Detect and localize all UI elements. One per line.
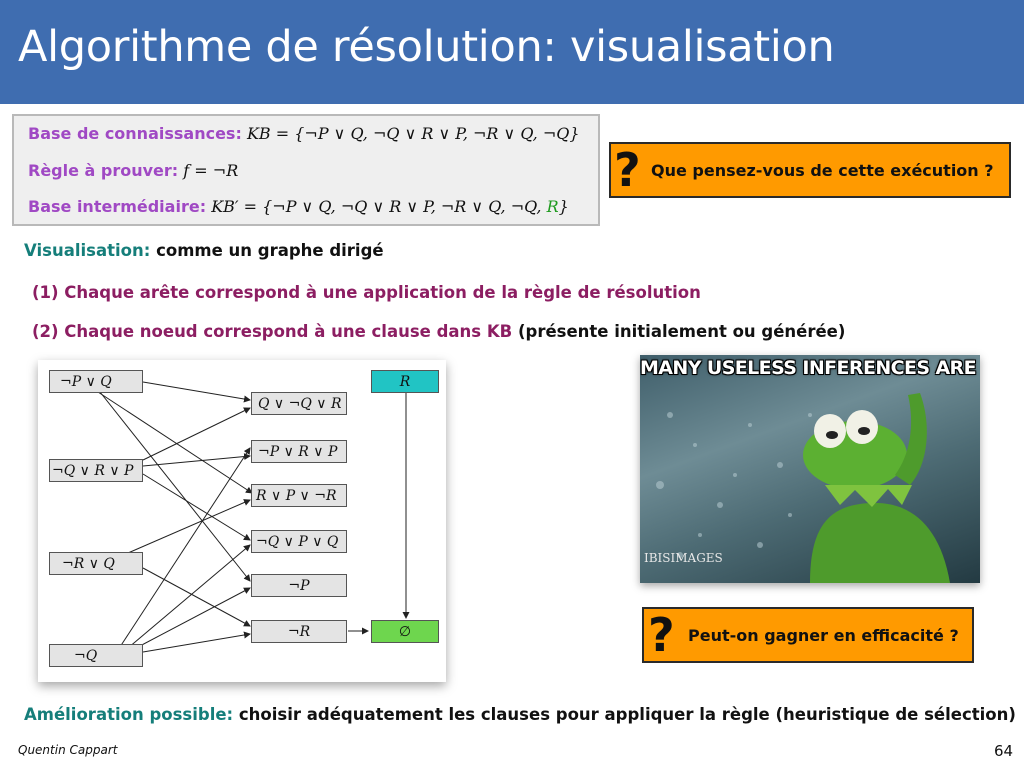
- meme-caption: MANY USELESS INFERENCES ARE DONE: [640, 357, 980, 379]
- graph-node-derived-2: ¬P ∨ R ∨ P: [251, 440, 347, 463]
- kb-intermediate-suffix: }: [558, 197, 569, 216]
- resolution-graph: ¬P ∨ Q ¬Q ∨ R ∨ P ¬R ∨ Q ¬Q R Q ∨ ¬Q ∨ R…: [38, 360, 446, 682]
- point-2-main: (2) Chaque noeud correspond à une clause…: [32, 322, 513, 341]
- kb-intermediate-label: Base intermédiaire:: [28, 197, 207, 216]
- point-2: (2) Chaque noeud correspond à une clause…: [32, 322, 845, 341]
- edge-n4-m6: [142, 631, 251, 653]
- improvement-text: choisir adéquatement les clauses pour ap…: [238, 705, 1016, 724]
- kb-rule-formula: f = ¬R: [183, 161, 239, 180]
- point-2-parenthetical: (présente initialement ou générée): [517, 322, 846, 341]
- graph-node-clause-3: ¬R ∨ Q: [49, 552, 143, 575]
- edge-n4-m5: [137, 587, 251, 648]
- footer-author: Quentin Cappart: [18, 743, 118, 757]
- kermit-meme-image: MANY USELESS INFERENCES ARE DONE IBISIMA…: [640, 355, 980, 583]
- graph-node-clause-1: ¬P ∨ Q: [49, 370, 143, 393]
- question-mark-icon: ?: [614, 143, 641, 197]
- graph-node-clause-4: ¬Q: [49, 644, 143, 667]
- question-callout-efficiency: ? Peut-on gagner en efficacité ?: [642, 607, 974, 663]
- knowledge-base-box: Base de connaissances: KB = {¬P ∨ Q, ¬Q …: [12, 114, 600, 226]
- visualisation-text: comme un graphe dirigé: [156, 241, 384, 260]
- kb-intermediate-row: Base intermédiaire: KB′ = {¬P ∨ Q, ¬Q ∨ …: [28, 197, 569, 216]
- visualisation-line: Visualisation: comme un graphe dirigé: [24, 241, 384, 260]
- title-bar: Algorithme de résolution: visualisation: [0, 0, 1024, 104]
- question-execution-text: Que pensez-vous de cette exécution ?: [651, 161, 994, 180]
- graph-node-derived-5: ¬P: [251, 574, 347, 597]
- kb-base-row: Base de connaissances: KB = {¬P ∨ Q, ¬Q …: [28, 124, 580, 143]
- kb-intermediate-prefix: KB′ = {¬P ∨ Q, ¬Q ∨ R ∨ P, ¬R ∨ Q, ¬Q,: [211, 197, 547, 216]
- edge-n1-m1: [142, 381, 251, 403]
- improvement-label: Amélioration possible:: [24, 705, 234, 724]
- graph-node-derived-6: ¬R: [251, 620, 347, 643]
- edge-n2-m2: [142, 453, 251, 467]
- kb-rule-row: Règle à prouver: f = ¬R: [28, 161, 238, 180]
- question-efficiency-text: Peut-on gagner en efficacité ?: [688, 626, 959, 645]
- improvement-line: Amélioration possible: choisir adéquatem…: [24, 705, 1016, 724]
- graph-node-derived-3: R ∨ P ∨ ¬R: [251, 484, 347, 507]
- kb-base-label: Base de connaissances:: [28, 124, 242, 143]
- graph-node-empty-clause: ∅: [371, 620, 439, 643]
- graph-node-clause-2: ¬Q ∨ R ∨ P: [49, 459, 143, 482]
- visualisation-label: Visualisation:: [24, 241, 151, 260]
- question-mark-icon-2: ?: [648, 608, 675, 662]
- graph-node-derived-1: Q ∨ ¬Q ∨ R: [251, 392, 347, 415]
- kb-intermediate-formula: KB′ = {¬P ∨ Q, ¬Q ∨ R ∨ P, ¬R ∨ Q, ¬Q, R…: [211, 197, 569, 216]
- graph-node-goal: R: [371, 370, 439, 393]
- page-number: 64: [994, 742, 1014, 760]
- kb-base-formula: KB = {¬P ∨ Q, ¬Q ∨ R ∨ P, ¬R ∨ Q, ¬Q}: [246, 124, 580, 143]
- point-1: (1) Chaque arête correspond à une applic…: [32, 283, 701, 302]
- question-callout-execution: ? Que pensez-vous de cette exécution ?: [609, 142, 1011, 198]
- edge-n2-m1: [142, 407, 251, 461]
- kb-intermediate-added-clause: R: [546, 197, 559, 216]
- edge-n4-m4: [127, 544, 251, 649]
- slide-title: Algorithme de résolution: visualisation: [18, 22, 835, 72]
- meme-watermark: IBISIMAGES: [644, 551, 723, 565]
- meme-artwork: [656, 393, 950, 583]
- edge-n3-m3: [127, 499, 251, 554]
- kb-rule-label: Règle à prouver:: [28, 161, 179, 180]
- graph-node-derived-4: ¬Q ∨ P ∨ Q: [251, 530, 347, 553]
